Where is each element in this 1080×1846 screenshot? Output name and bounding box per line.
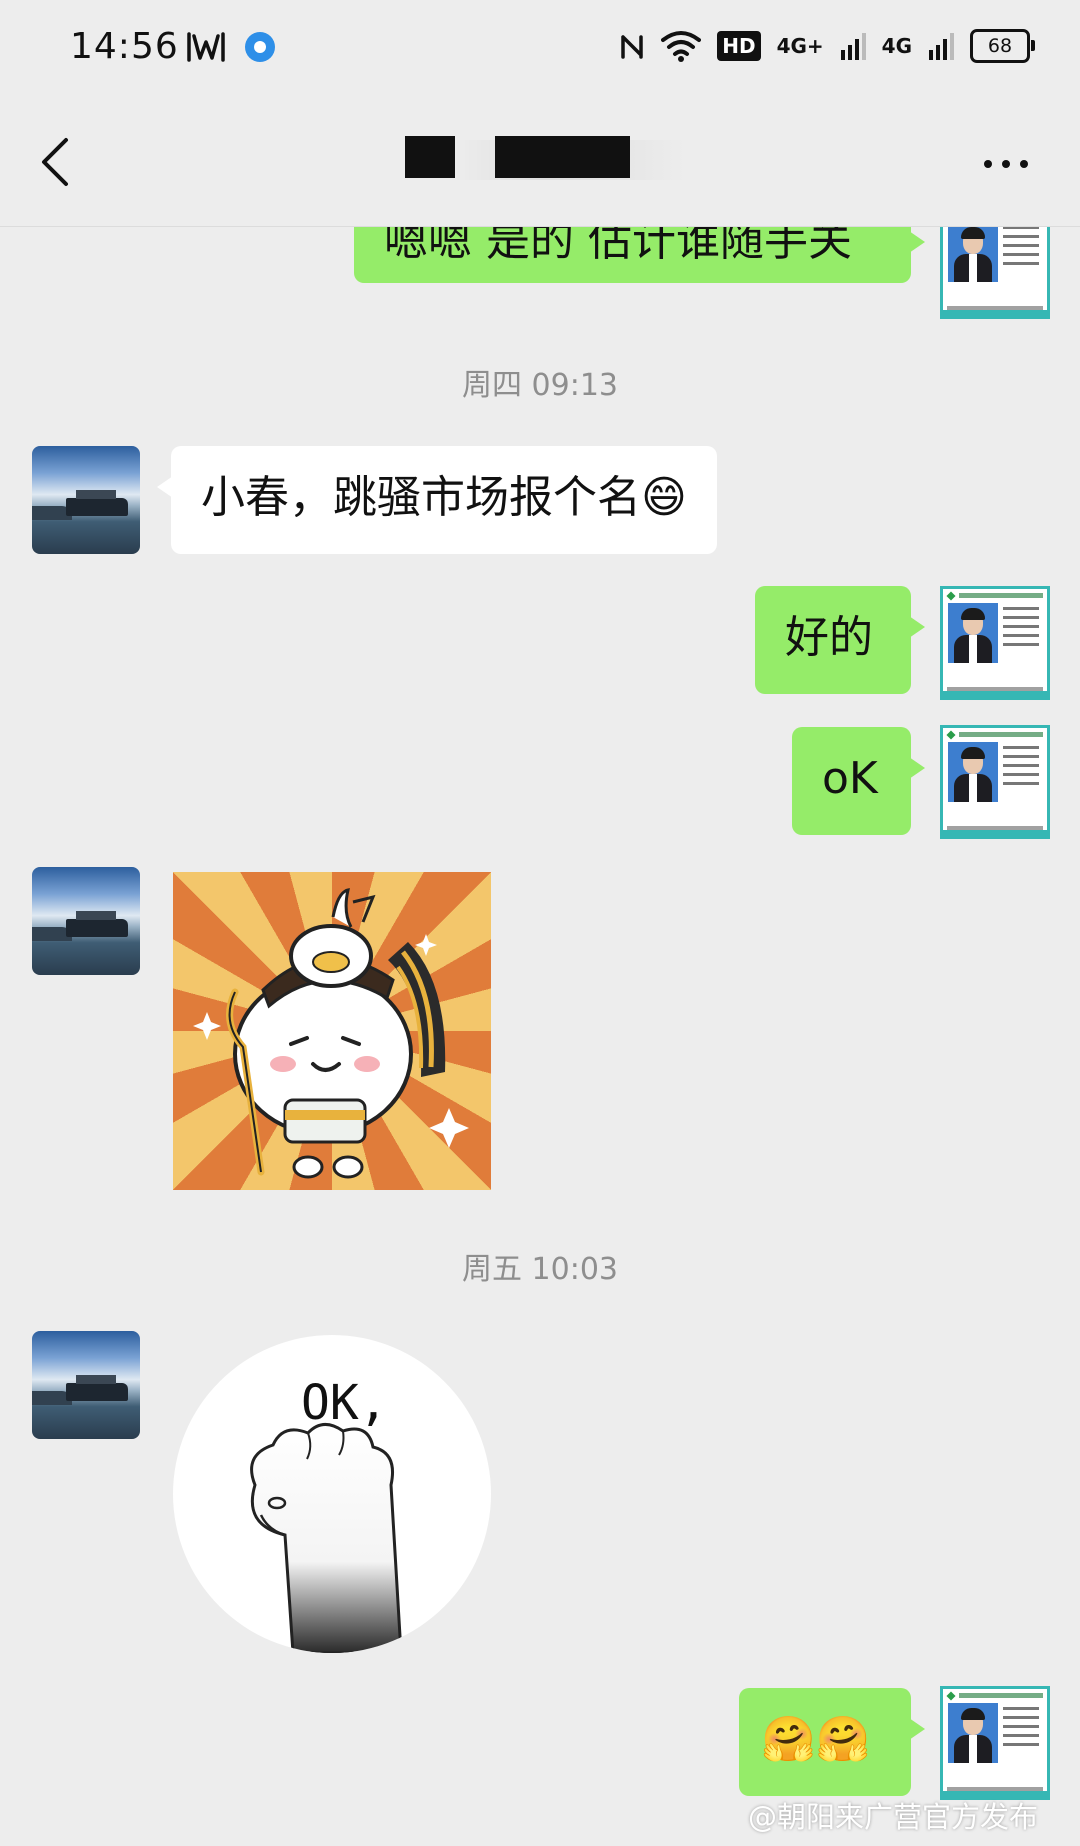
timestamp: 周五 10:03 [462,1252,618,1287]
my-avatar[interactable] [940,1686,1050,1800]
watermark: @朝阳来广营官方发布 [748,1800,1039,1834]
message-bubble-outgoing[interactable]: oK [792,727,925,835]
redacted-title [495,136,630,178]
app-notification-icon [187,32,225,62]
redacted-title [405,136,455,178]
message-text: 好的 [785,612,873,663]
cartoon-sticker-icon[interactable] [173,872,491,1190]
message-text: oK [822,753,878,804]
chat-messages[interactable]: 嗯嗯 是的 估计谁随手关 周四 09:13 小春，跳骚市场报个名😄 好的 oK [0,227,1080,1846]
timestamp: 周四 09:13 [462,368,618,403]
message-bubble-incoming[interactable]: 小春，跳骚市场报个名😄 [157,446,717,554]
nfc-icon [621,35,643,59]
signal-icon-2 [929,33,954,60]
network-4g: 4G [881,34,912,58]
message-text: 嗯嗯 是的 估计谁随手关 [384,227,852,266]
paw-art [250,1423,403,1653]
message-text: 小春，跳骚市场报个名 [201,472,641,523]
status-bar: 14:56 HD 4G+ 4G 68 [0,0,1080,96]
ok-paw-sticker-icon[interactable]: OK, [173,1335,491,1653]
battery-icon: 68 [970,29,1035,63]
network-4g-plus: 4G+ [776,34,824,58]
chat-header [0,96,1080,227]
my-avatar[interactable] [940,586,1050,700]
contact-avatar[interactable] [32,867,140,975]
notification-dot-icon [245,32,275,62]
status-time: 14:56 [70,26,179,67]
message-bubble-outgoing[interactable]: 嗯嗯 是的 估计谁随手关 [354,227,925,283]
my-avatar[interactable] [940,725,1050,839]
more-icon[interactable] [984,160,1028,168]
status-icons: HD 4G+ 4G 68 [619,24,1035,68]
signal-icon-1 [840,33,866,60]
message-bubble-outgoing[interactable]: 🤗🤗 [739,1688,925,1796]
back-icon[interactable] [36,134,76,190]
grinning-emoji: 😄 [641,472,687,523]
my-avatar[interactable] [940,227,1050,319]
contact-avatar[interactable] [32,1331,140,1439]
message-bubble-outgoing[interactable]: 好的 [755,586,925,694]
hugging-emoji: 🤗🤗 [761,1714,871,1765]
wifi-icon [661,31,702,62]
sticker-art [193,888,469,1179]
contact-avatar[interactable] [32,446,140,554]
hd-icon: HD [717,31,761,61]
